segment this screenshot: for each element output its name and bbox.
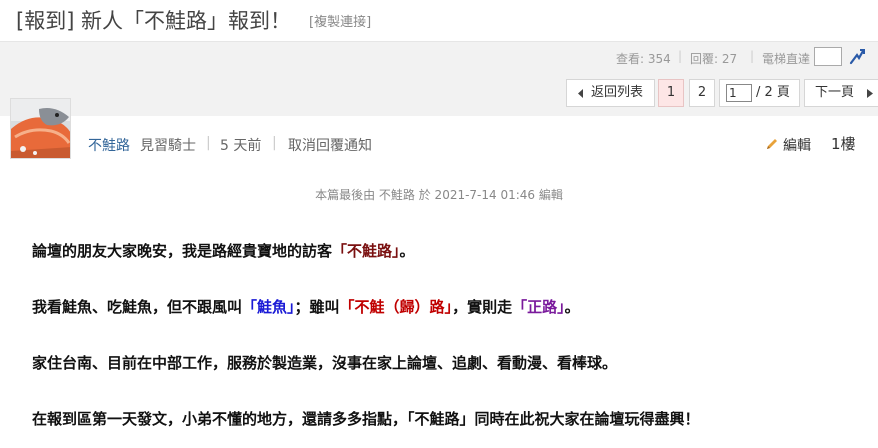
divider: | bbox=[678, 49, 683, 63]
salmon-avatar-image bbox=[11, 99, 70, 158]
thread-title-bar: [報到] 新人「不鮭路」報到！ [複製連接] bbox=[0, 0, 878, 42]
stats-bar: 查看: 354 | 回覆: 27 | 電梯直達 bbox=[0, 42, 878, 72]
text: ，實則走 bbox=[452, 298, 513, 316]
text: 我看鮭魚、吃鮭魚，但不跟風叫 bbox=[32, 298, 243, 316]
page-total: / 2 頁 bbox=[756, 85, 790, 100]
text: ；雖叫 bbox=[294, 298, 340, 316]
divider: | bbox=[206, 135, 211, 151]
page-2-button[interactable]: 2 bbox=[689, 79, 715, 107]
highlight-right-path: 「正路」 bbox=[512, 298, 565, 316]
thread-title: [報到] 新人「不鮭路」報到！ bbox=[16, 9, 292, 33]
highlight-name: 「不鮭（歸）路」 bbox=[339, 298, 453, 316]
views-count: 查看: 354 bbox=[616, 52, 671, 66]
post-header: 不鮭路 見習騎士 | 5 天前 | 取消回覆通知 編輯 1樓 bbox=[0, 98, 878, 172]
author-name[interactable]: 不鮭路 bbox=[88, 135, 130, 155]
floor-number[interactable]: 1樓 bbox=[831, 133, 856, 154]
pager-bar: 返回列表 1 2 1 / 2 頁 下一頁 bbox=[0, 72, 878, 116]
back-label: 返回列表 bbox=[591, 85, 644, 100]
right-arrow-icon bbox=[867, 89, 873, 98]
pencil-icon bbox=[767, 139, 777, 149]
jump-label: 電梯直達 bbox=[762, 52, 811, 66]
edit-button[interactable]: 編輯 bbox=[766, 135, 811, 155]
next-label: 下一頁 bbox=[815, 85, 855, 100]
divider: | bbox=[272, 135, 277, 151]
text: 論壇的朋友大家晚安，我是路經貴寶地的訪客 bbox=[32, 242, 333, 260]
post-paragraph-2: 我看鮭魚、吃鮭魚，但不跟風叫「鮭魚」；雖叫「不鮭（歸）路」，實則走「正路」。 bbox=[32, 296, 580, 317]
text: 。 bbox=[399, 242, 415, 260]
back-to-list-button[interactable]: 返回列表 bbox=[566, 79, 655, 107]
author-rank: 見習騎士 bbox=[140, 138, 196, 154]
avatar[interactable] bbox=[10, 98, 71, 159]
replies-count: 回覆: 27 bbox=[690, 52, 738, 66]
copy-link[interactable]: [複製連接] bbox=[309, 11, 371, 30]
page-number-input[interactable]: 1 bbox=[726, 84, 752, 102]
post-paragraph-4: 在報到區第一天發文，小弟不懂的地方，還請多多指點，「不鮭路」同時在此祝大家在論壇… bbox=[32, 410, 700, 428]
page-1-button[interactable]: 1 bbox=[658, 79, 684, 107]
text: 。 bbox=[564, 298, 580, 316]
jump-floor-input[interactable] bbox=[814, 47, 842, 66]
last-edit-note: 本篇最後由 不鮭路 於 2021-7-14 01:46 編輯 bbox=[315, 188, 563, 202]
highlight-name: 「不鮭路」 bbox=[332, 242, 400, 260]
highlight-salmon: 「鮭魚」 bbox=[242, 298, 295, 316]
edit-label: 編輯 bbox=[783, 138, 811, 154]
left-arrow-icon bbox=[578, 89, 583, 98]
post-paragraph-3: 家住台南、目前在中部工作，服務於製造業，沒事在家上論壇、追劇、看動漫、看棒球。 bbox=[32, 354, 618, 372]
unsubscribe-link[interactable]: 取消回覆通知 bbox=[288, 135, 372, 155]
jump-icon[interactable] bbox=[848, 47, 866, 65]
post-time: 5 天前 bbox=[220, 138, 262, 154]
post-paragraph-1: 論壇的朋友大家晚安，我是路經貴寶地的訪客「不鮭路」。 bbox=[32, 240, 415, 261]
page-jump: 1 / 2 頁 bbox=[719, 79, 800, 107]
divider: | bbox=[750, 49, 755, 63]
next-page-button[interactable]: 下一頁 bbox=[804, 79, 878, 107]
